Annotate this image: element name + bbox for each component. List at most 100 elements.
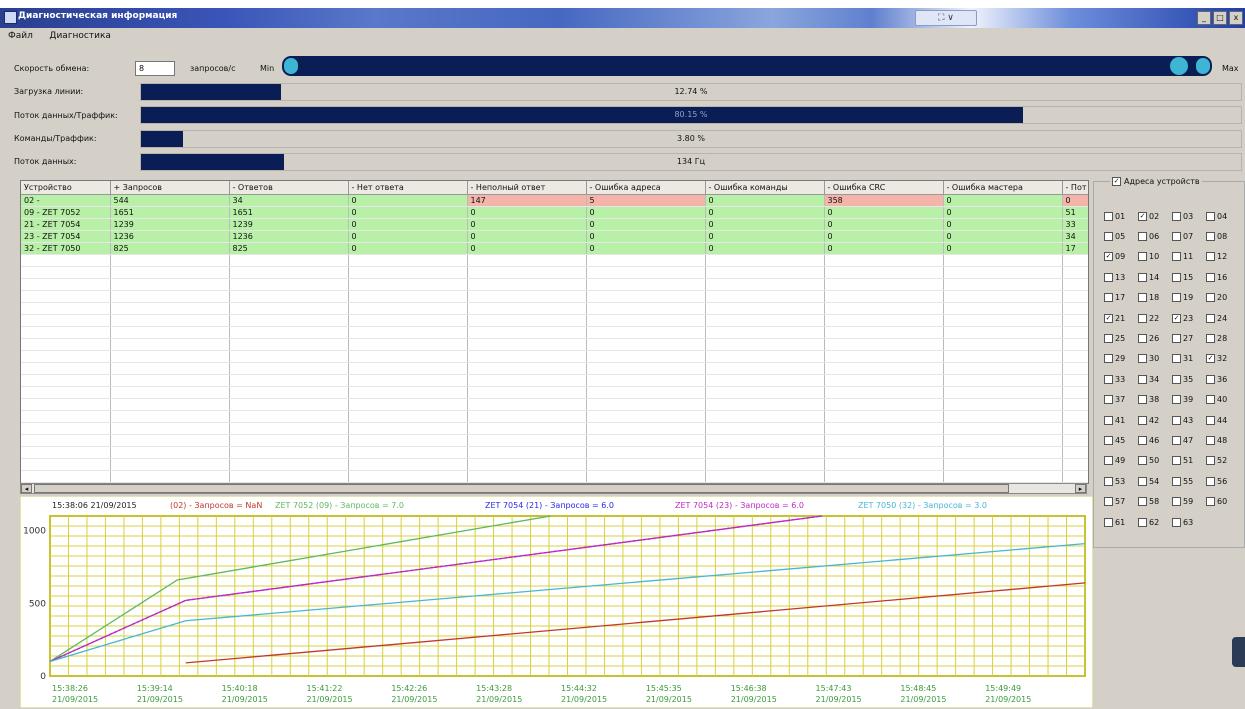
checkbox[interactable]	[1138, 415, 1147, 425]
address-checkbox-13[interactable]: 13	[1104, 267, 1138, 287]
address-checkbox-34[interactable]: 34	[1138, 369, 1172, 389]
column-header[interactable]: - Ошибка адреса	[586, 181, 706, 195]
address-checkbox-58[interactable]: 58	[1138, 491, 1172, 511]
address-checkbox-44[interactable]: 44	[1206, 410, 1240, 430]
address-checkbox-03[interactable]: 03	[1172, 206, 1206, 226]
address-checkbox-20[interactable]: 20	[1206, 288, 1240, 308]
address-checkbox-04[interactable]: 04	[1206, 206, 1240, 226]
address-checkbox-37[interactable]: 37	[1104, 390, 1138, 410]
checkbox[interactable]	[1206, 415, 1215, 425]
scroll-right-icon[interactable]: ▸	[1075, 484, 1086, 493]
address-checkbox-49[interactable]: 49	[1104, 451, 1138, 471]
checkbox[interactable]	[1104, 293, 1113, 303]
checkbox[interactable]	[1206, 456, 1215, 466]
address-checkbox-63[interactable]: 63	[1172, 512, 1206, 532]
checkbox[interactable]	[1172, 415, 1181, 425]
checkbox[interactable]	[1138, 435, 1147, 445]
address-checkbox-18[interactable]: 18	[1138, 288, 1172, 308]
address-checkbox-38[interactable]: 38	[1138, 390, 1172, 410]
address-group-title[interactable]: ✓ Адреса устройств	[1110, 177, 1202, 186]
address-checkbox-45[interactable]: 45	[1104, 430, 1138, 450]
address-checkbox-61[interactable]: 61	[1104, 512, 1138, 532]
checkbox[interactable]	[1104, 334, 1113, 344]
checkbox[interactable]	[1104, 354, 1113, 364]
menu-file[interactable]: Файл	[0, 28, 39, 41]
checkbox[interactable]	[1138, 272, 1147, 282]
checkbox[interactable]	[1206, 272, 1215, 282]
checkbox[interactable]	[1206, 395, 1215, 405]
checkbox[interactable]	[1104, 497, 1113, 507]
checkbox[interactable]	[1172, 272, 1181, 282]
checkbox[interactable]	[1138, 232, 1147, 242]
address-checkbox-25[interactable]: 25	[1104, 328, 1138, 348]
checkbox[interactable]	[1172, 374, 1181, 384]
address-checkbox-31[interactable]: 31	[1172, 349, 1206, 369]
checkbox[interactable]: ✓	[1104, 313, 1113, 323]
checkbox[interactable]: ✓	[1172, 313, 1181, 323]
address-checkbox-51[interactable]: 51	[1172, 451, 1206, 471]
checkbox[interactable]	[1206, 334, 1215, 344]
checkbox[interactable]	[1138, 476, 1147, 486]
checkbox[interactable]	[1172, 395, 1181, 405]
address-checkbox-39[interactable]: 39	[1172, 390, 1206, 410]
table-row[interactable]: 21 - ZET 7054 1239 1239 0 0 0 0 0 0 33	[21, 218, 1088, 231]
checkbox[interactable]	[1172, 497, 1181, 507]
checkbox[interactable]	[1206, 435, 1215, 445]
address-checkbox-14[interactable]: 14	[1138, 267, 1172, 287]
checkbox[interactable]	[1172, 211, 1181, 221]
device-stats-table[interactable]: Устройство + Запросов - Ответов - Нет ответ…	[20, 180, 1089, 484]
slider-thumb[interactable]	[1170, 57, 1189, 75]
table-row[interactable]: 09 - ZET 7052 1651 1651 0 0 0 0 0 0 51	[21, 206, 1088, 219]
checkbox[interactable]	[1104, 272, 1113, 282]
window-mode-control[interactable]: ⛶ ∨	[915, 10, 977, 26]
address-checkbox-57[interactable]: 57	[1104, 491, 1138, 511]
speed-input[interactable]: 8	[135, 61, 175, 76]
address-checkbox-59[interactable]: 59	[1172, 491, 1206, 511]
address-checkbox-35[interactable]: 35	[1172, 369, 1206, 389]
checkbox[interactable]	[1138, 517, 1147, 527]
checkbox[interactable]	[1206, 313, 1215, 323]
table-horizontal-scrollbar[interactable]: ◂ ▸	[20, 483, 1087, 494]
speed-slider[interactable]	[282, 56, 1212, 76]
address-checkbox-09[interactable]: ✓ 09	[1104, 247, 1138, 267]
address-checkbox-28[interactable]: 28	[1206, 328, 1240, 348]
checkbox[interactable]	[1104, 456, 1113, 466]
address-checkbox-56[interactable]: 56	[1206, 471, 1240, 491]
address-checkbox-42[interactable]: 42	[1138, 410, 1172, 430]
menu-diagnostics[interactable]: Диагностика	[41, 28, 117, 41]
address-checkbox-40[interactable]: 40	[1206, 390, 1240, 410]
address-checkbox-47[interactable]: 47	[1172, 430, 1206, 450]
column-header[interactable]: - Ошибка CRC	[824, 181, 944, 195]
side-handle[interactable]	[1232, 637, 1245, 667]
checkbox[interactable]	[1138, 252, 1147, 262]
checkbox[interactable]	[1138, 313, 1147, 323]
checkbox[interactable]	[1172, 456, 1181, 466]
checkbox[interactable]	[1138, 374, 1147, 384]
checkbox[interactable]	[1206, 476, 1215, 486]
table-row[interactable]: 23 - ZET 7054 1236 1236 0 0 0 0 0 0 34	[21, 230, 1088, 243]
table-row[interactable]: 02 -544 34 0 147 5 0 358 0 0	[21, 194, 1088, 207]
address-checkbox-05[interactable]: 05	[1104, 226, 1138, 246]
address-checkbox-19[interactable]: 19	[1172, 288, 1206, 308]
address-checkbox-60[interactable]: 60	[1206, 491, 1240, 511]
address-checkbox-08[interactable]: 08	[1206, 226, 1240, 246]
checkbox[interactable]	[1104, 395, 1113, 405]
table-row[interactable]: 32 - ZET 7050 825 825 0 0 0 0 0 0 17	[21, 242, 1088, 255]
address-checkbox-01[interactable]: 01	[1104, 206, 1138, 226]
address-checkbox-23[interactable]: ✓ 23	[1172, 308, 1206, 328]
address-checkbox-52[interactable]: 52	[1206, 451, 1240, 471]
checkbox[interactable]: ✓	[1206, 354, 1215, 364]
address-checkbox-02[interactable]: ✓ 02	[1138, 206, 1172, 226]
checkbox[interactable]	[1138, 395, 1147, 405]
address-checkbox-07[interactable]: 07	[1172, 226, 1206, 246]
checkbox[interactable]	[1138, 456, 1147, 466]
address-checkbox-15[interactable]: 15	[1172, 267, 1206, 287]
address-checkbox-22[interactable]: 22	[1138, 308, 1172, 328]
address-checkbox-16[interactable]: 16	[1206, 267, 1240, 287]
address-checkbox-30[interactable]: 30	[1138, 349, 1172, 369]
checkbox[interactable]: ✓	[1104, 252, 1113, 262]
checkbox[interactable]	[1172, 252, 1181, 262]
checkbox[interactable]	[1138, 334, 1147, 344]
checkbox[interactable]	[1206, 252, 1215, 262]
checkbox[interactable]	[1206, 497, 1215, 507]
